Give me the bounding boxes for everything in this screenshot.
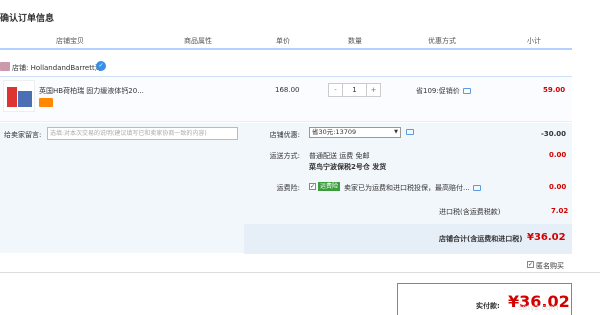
column-header-promotion: 优惠方式 — [428, 37, 456, 45]
shipping-amount: 0.00 — [549, 151, 567, 159]
page-title: 确认订单信息 — [0, 14, 55, 24]
shipping-method: 普通配送 运费 免邮 — [309, 152, 370, 160]
insurance-badge: 运费险 — [318, 182, 341, 191]
insurance-amount: 0.00 — [549, 183, 567, 191]
import-tax-amount: 7.02 — [551, 207, 569, 215]
product-thumbnail[interactable] — [3, 80, 35, 112]
seller-message-label: 给卖家留言: — [4, 131, 42, 139]
quantity-input[interactable]: 1 — [342, 84, 367, 96]
store-discount-amount: -30.00 — [541, 130, 567, 138]
message-icon[interactable] — [462, 88, 471, 94]
item-row — [0, 76, 572, 122]
insurance-label: 运费险: — [276, 184, 300, 192]
payment-label: 实付款: — [476, 302, 500, 310]
anonymous-label: 匿名购买 — [536, 262, 564, 270]
shop-name-link[interactable]: 店铺: HollandandBarrett海 — [12, 63, 102, 73]
product-tag-icon — [39, 98, 53, 107]
quantity-decrease-button[interactable]: - — [329, 84, 342, 96]
chat-icon[interactable]: ✓ — [96, 61, 106, 71]
insurance-checkbox[interactable]: ✓ — [309, 183, 316, 190]
item-subtotal: 59.00 — [543, 86, 566, 94]
store-discount-select[interactable]: 省30元:13709 ▼ — [309, 127, 401, 138]
column-header-price: 单价 — [276, 37, 290, 45]
product-name-link[interactable]: 英国HB荷柏瑞 固力缓液体钙20... — [39, 86, 169, 96]
store-total-label: 店铺合计(含运费和进口税) — [439, 235, 523, 243]
import-tax-label: 进口税(含运费税款) — [439, 208, 501, 216]
header-divider — [0, 48, 572, 50]
divider — [0, 272, 600, 273]
insurance-info-icon[interactable] — [472, 185, 481, 191]
store-total-bar — [244, 224, 572, 254]
store-total-amount: ¥36.02 — [527, 232, 566, 243]
unit-price: 168.00 — [275, 86, 300, 94]
column-header-attributes: 商品属性 — [184, 37, 212, 45]
quantity-increase-button[interactable]: + — [367, 84, 380, 96]
insurance-desc: 卖家已为运费和进口税投保，最高赔付... — [344, 184, 470, 192]
seller-message-input[interactable]: 选填:对本次交易的说明(建议填写已和卖家协商一致的内容) — [47, 127, 238, 140]
promotion-info: 省109:促销价 — [416, 86, 471, 96]
shop-icon — [0, 62, 10, 71]
shipping-label: 运送方式: — [269, 152, 300, 160]
column-header-item: 店铺宝贝 — [56, 37, 84, 45]
quantity-stepper: - 1 + — [328, 83, 381, 97]
watermark: smyz.com — [518, 303, 559, 312]
discount-info-icon[interactable] — [406, 129, 414, 135]
dropdown-arrow-icon: ▼ — [394, 129, 398, 135]
column-header-quantity: 数量 — [348, 37, 362, 45]
store-discount-value: 省30元:13709 — [312, 128, 357, 136]
insurance-text: 卖家已为运费和进口税投保，最高赔付... — [344, 183, 481, 193]
anonymous-checkbox[interactable]: ✓ — [527, 261, 534, 268]
promotion-label: 省109:促销价 — [416, 87, 460, 95]
store-discount-label: 店铺优惠: — [269, 131, 300, 139]
shipping-warehouse: 菜鸟宁波保税2号仓 发货 — [309, 163, 387, 171]
column-header-subtotal: 小计 — [527, 37, 541, 45]
